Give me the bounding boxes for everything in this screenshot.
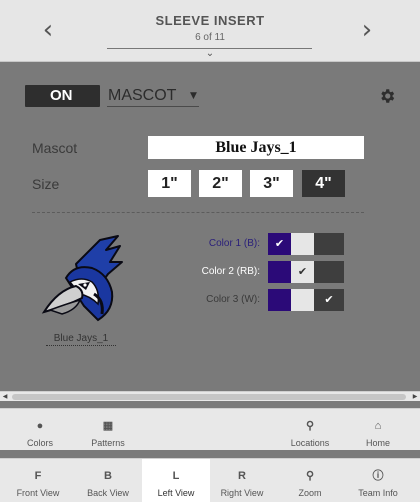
home-icon: ⌂ [374,420,382,432]
toolbar-item-back-view[interactable]: B Back View [74,459,142,502]
letter-r-icon: R [238,470,246,482]
mascot-field[interactable]: Blue Jays_1 [148,136,364,159]
toolbar-item-colors[interactable]: ● Colors [6,409,74,450]
color-3-swatches: ✔ [268,289,344,311]
toolbar-item-label: Back View [87,488,129,498]
size-label: Size [32,176,60,192]
toolbar-item-label: Right View [220,488,264,498]
color-3-option-white[interactable] [291,289,314,311]
color-1-label: Color 1 (B): [208,238,260,249]
search-icon: ⚲ [305,470,315,482]
tools-toolbar: ● Colors ▦ Patterns ⚲ Locations ⌂ Home [0,408,420,450]
toolbar-item-label: Team Info [358,488,398,498]
toolbar-item-label: Left View [157,488,195,498]
toolbar-item-label: Zoom [298,488,322,498]
color-2-swatches: ✔ [268,261,344,283]
toolbar-item-locations[interactable]: ⚲ Locations [276,409,344,450]
scrollbar-thumb[interactable] [12,394,406,400]
size-button-2[interactable]: 2" [199,170,242,197]
color-1-swatches: ✔ [268,233,344,255]
drop-icon: ● [36,420,44,432]
map-pin-icon: ⚲ [305,420,315,432]
color-2-label: Color 2 (RB): [201,266,260,277]
toolbar-item-left-view[interactable]: L Left View [142,459,210,502]
size-button-4[interactable]: 4" [302,170,345,197]
color-3-option-blue[interactable] [268,289,291,311]
size-button-1[interactable]: 1" [148,170,191,197]
on-toggle-button[interactable]: ON [25,85,100,107]
color-3-label: Color 3 (W): [206,294,260,305]
size-button-3[interactable]: 3" [250,170,293,197]
scroll-left-icon[interactable]: ◀ [0,392,10,402]
top-header: ‹ SLEEVE INSERT 6 of 11 ⌄ › [0,0,420,62]
scroll-right-icon[interactable]: ▶ [410,392,420,402]
toolbar-item-label: Patterns [91,438,125,448]
mascot-label: Mascot [32,140,78,156]
letter-l-icon: L [172,470,180,482]
color-2-option-gray[interactable] [314,261,344,283]
grid-icon: ▦ [102,420,114,432]
info-icon: ⓘ [372,470,384,482]
color-3-option-gray[interactable]: ✔ [314,289,344,311]
blue-jay-mascot-logo [41,235,123,322]
insert-type-select[interactable]: MASCOT [107,85,199,107]
chevron-right-icon[interactable]: › [354,17,380,43]
chevron-down-icon[interactable]: ⌄ [200,48,220,60]
color-1-option-gray[interactable] [314,233,344,255]
caret-down-icon[interactable]: ▼ [190,85,197,107]
toolbar-item-front-view[interactable]: F Front View [4,459,72,502]
letter-f-icon: F [34,470,42,482]
toolbar-item-home[interactable]: ⌂ Home [344,409,412,450]
toolbar-item-right-view[interactable]: R Right View [208,459,276,502]
color-2-option-white[interactable]: ✔ [291,261,314,283]
gear-icon[interactable] [378,87,396,105]
section-divider [32,212,364,213]
toolbar-item-label: Locations [290,438,330,448]
toolbar-item-zoom[interactable]: ⚲ Zoom [276,459,344,502]
toolbar-item-label: Front View [16,488,60,498]
toolbar-item-team-info[interactable]: ⓘ Team Info [344,459,412,502]
color-1-option-blue[interactable]: ✔ [268,233,291,255]
toolbar-item-label: Home [365,438,390,448]
horizontal-scrollbar[interactable]: ◀ ▶ [0,391,420,401]
toolbar-item-label: Colors [26,438,53,448]
color-2-option-blue[interactable] [268,261,291,283]
views-toolbar: F Front View B Back View L Left View R Right Vi… [0,458,420,502]
letter-b-icon: B [104,470,112,482]
toolbar-item-patterns[interactable]: ▦ Patterns [74,409,142,450]
mascot-logo-caption[interactable]: Blue Jays_1 [46,333,116,346]
color-1-option-white[interactable] [291,233,314,255]
